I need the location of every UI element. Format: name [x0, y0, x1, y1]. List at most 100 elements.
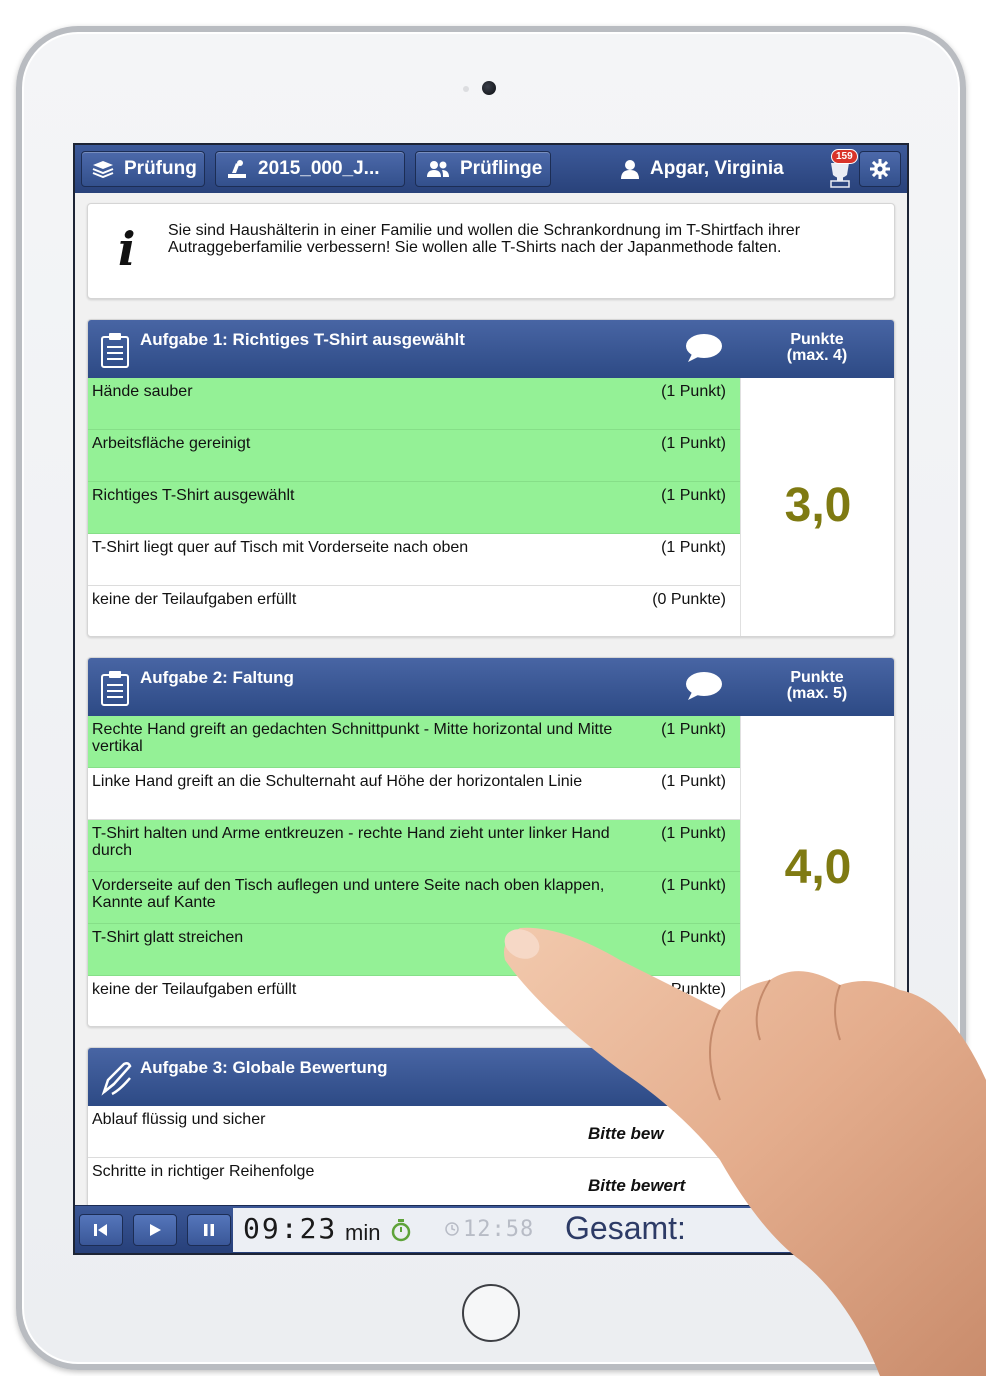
skip-back-icon: [94, 1224, 107, 1236]
user-name: Apgar, Virginia: [650, 158, 784, 179]
task-1-panel: Aufgabe 1: Richtiges T-Shirt ausgewählt …: [87, 319, 895, 637]
points-header: Punkte (max. 4): [740, 332, 894, 364]
rating-prompt[interactable]: Bitte bewert: [588, 1176, 685, 1196]
layers-icon: [92, 161, 114, 178]
comment-icon[interactable]: [684, 670, 724, 702]
rating-row[interactable]: Schritte in richtiger Reihenfolge Bitte …: [88, 1158, 894, 1210]
points-header: Punkte (max. 5): [740, 670, 894, 702]
criterion-row[interactable]: Linke Hand greift an die Schulternaht au…: [88, 768, 740, 820]
task-score: 4,0: [784, 841, 852, 894]
notifications-button[interactable]: 159: [823, 149, 858, 189]
task-title: Aufgabe 3: Globale Bewertung: [140, 1058, 388, 1077]
settings-button[interactable]: [859, 151, 901, 187]
remaining-time: 12:58: [463, 1217, 535, 1242]
criterion-label: Vorderseite auf den Tisch auflegen und u…: [92, 877, 605, 911]
criterion-label: T-Shirt liegt quer auf Tisch mit Vorders…: [92, 539, 469, 556]
criterion-row[interactable]: Hände sauber (1 Punkt): [88, 378, 740, 430]
criterion-label: keine der Teilaufgaben erfüllt: [92, 591, 297, 608]
task-header: Aufgabe 1: Richtiges T-Shirt ausgewählt …: [88, 320, 894, 378]
clock-icon: [445, 1222, 459, 1236]
pruefung-label: Prüfung: [124, 158, 197, 179]
exam-id-label: 2015_000_J...: [258, 158, 380, 179]
play-button[interactable]: [133, 1214, 177, 1246]
criterion-row[interactable]: keine der Teilaufgaben erfüllt (0 Punkte…: [88, 976, 740, 1026]
points-max: (max. 4): [786, 347, 848, 364]
clipboard-icon: [101, 333, 129, 368]
criterion-row[interactable]: keine der Teilaufgaben erfüllt (0 Punkte…: [88, 586, 740, 636]
notification-badge: 159: [831, 149, 858, 164]
timer-panel: 09:23 min 12:58 Gesamt:: [233, 1208, 907, 1252]
bottom-timer-bar: 09:23 min 12:58 Gesamt:: [75, 1205, 907, 1253]
criterion-row[interactable]: T-Shirt glatt streichen (1 Punkt): [88, 924, 740, 976]
rewind-button[interactable]: [79, 1214, 123, 1246]
play-icon: [150, 1224, 161, 1236]
points-max: (max. 5): [786, 685, 848, 702]
content-area: i Sie sind Haushälterin in einer Familie…: [75, 193, 907, 1217]
criterion-row[interactable]: Arbeitsfläche gereinigt (1 Punkt): [88, 430, 740, 482]
info-box: i Sie sind Haushälterin in einer Familie…: [87, 203, 895, 299]
criterion-row[interactable]: T-Shirt halten und Arme entkreuzen - rec…: [88, 820, 740, 872]
elapsed-time: 09:23: [243, 1212, 338, 1245]
task-header: Aufgabe 3: Globale Bewertung: [88, 1048, 894, 1106]
criterion-points: (1 Punkt): [661, 825, 726, 842]
front-sensor: [463, 86, 469, 92]
exam-icon: [228, 160, 246, 178]
criterion-points: (1 Punkt): [661, 929, 726, 946]
criterion-label: keine der Teilaufgaben erfüllt: [92, 981, 297, 998]
comment-icon[interactable]: [684, 332, 724, 364]
app-screen: Prüfung 2015_000_J... Prüflinge Apgar, V…: [73, 143, 909, 1255]
points-label: Punkte: [790, 331, 844, 348]
info-text: Sie sind Haushälterin in einer Familie u…: [168, 222, 801, 256]
score-column: 3,0: [740, 378, 894, 636]
criterion-points: (1 Punkt): [661, 539, 726, 556]
pruefung-button[interactable]: Prüfung: [81, 151, 205, 187]
candidates-button[interactable]: Prüflinge: [415, 151, 551, 187]
criterion-points: (1 Punkt): [661, 487, 726, 504]
home-button[interactable]: [462, 1284, 520, 1342]
user-icon: [621, 160, 639, 179]
stopwatch-icon: [391, 1219, 411, 1242]
criterion-points: (1 Punkt): [661, 877, 726, 894]
task-title: Aufgabe 2: Faltung: [140, 668, 294, 687]
exam-id-button[interactable]: 2015_000_J...: [215, 151, 405, 187]
rating-prompt[interactable]: Bitte bew: [588, 1124, 664, 1144]
criterion-label: Richtiges T-Shirt ausgewählt: [92, 487, 295, 504]
score-column: 4,0: [740, 716, 894, 1026]
criterion-points: (1 Punkt): [661, 383, 726, 400]
pause-icon: [204, 1224, 214, 1236]
total-label: Gesamt:: [565, 1210, 686, 1246]
clipboard-icon: [101, 671, 129, 706]
top-navigation-bar: Prüfung 2015_000_J... Prüflinge Apgar, V…: [75, 145, 907, 193]
task-title: Aufgabe 1: Richtiges T-Shirt ausgewählt: [140, 330, 465, 349]
task-score: 3,0: [784, 479, 852, 532]
gear-icon: [870, 159, 890, 179]
criterion-label: Linke Hand greift an die Schulternaht au…: [92, 773, 583, 790]
criterion-row[interactable]: Rechte Hand greift an gedachten Schnittp…: [88, 716, 740, 768]
task-3-panel: Aufgabe 3: Globale Bewertung Ablauf flüs…: [87, 1047, 895, 1217]
elapsed-unit: min: [345, 1220, 381, 1245]
criterion-points: (1 Punkt): [661, 773, 726, 790]
criterion-label: Rechte Hand greift an gedachten Schnittp…: [92, 721, 613, 755]
rating-label: Ablauf flüssig und sicher: [92, 1111, 266, 1128]
people-icon: [427, 161, 449, 177]
candidates-label: Prüflinge: [460, 158, 543, 179]
info-icon: i: [118, 222, 136, 276]
pause-button[interactable]: [187, 1214, 231, 1246]
criterion-points: (0 Punkte): [652, 981, 726, 998]
criterion-points: (1 Punkt): [661, 435, 726, 452]
criterion-points: (1 Punkt): [661, 721, 726, 738]
points-label: Punkte: [790, 669, 844, 686]
rating-label: Schritte in richtiger Reihenfolge: [92, 1163, 315, 1180]
task-header: Aufgabe 2: Faltung Punkte (max. 5): [88, 658, 894, 716]
criterion-label: T-Shirt halten und Arme entkreuzen - rec…: [92, 825, 610, 859]
criterion-label: T-Shirt glatt streichen: [92, 929, 244, 946]
criterion-row[interactable]: Vorderseite auf den Tisch auflegen und u…: [88, 872, 740, 924]
pencil-icon: [101, 1062, 132, 1096]
criterion-label: Arbeitsfläche gereinigt: [92, 435, 251, 452]
current-user[interactable]: Apgar, Virginia: [620, 153, 784, 185]
criterion-row[interactable]: T-Shirt liegt quer auf Tisch mit Vorders…: [88, 534, 740, 586]
criterion-points: (0 Punkte): [652, 591, 726, 608]
rating-row[interactable]: Ablauf flüssig und sicher Bitte bew: [88, 1106, 894, 1158]
front-camera: [482, 81, 496, 95]
criterion-row[interactable]: Richtiges T-Shirt ausgewählt (1 Punkt): [88, 482, 740, 534]
